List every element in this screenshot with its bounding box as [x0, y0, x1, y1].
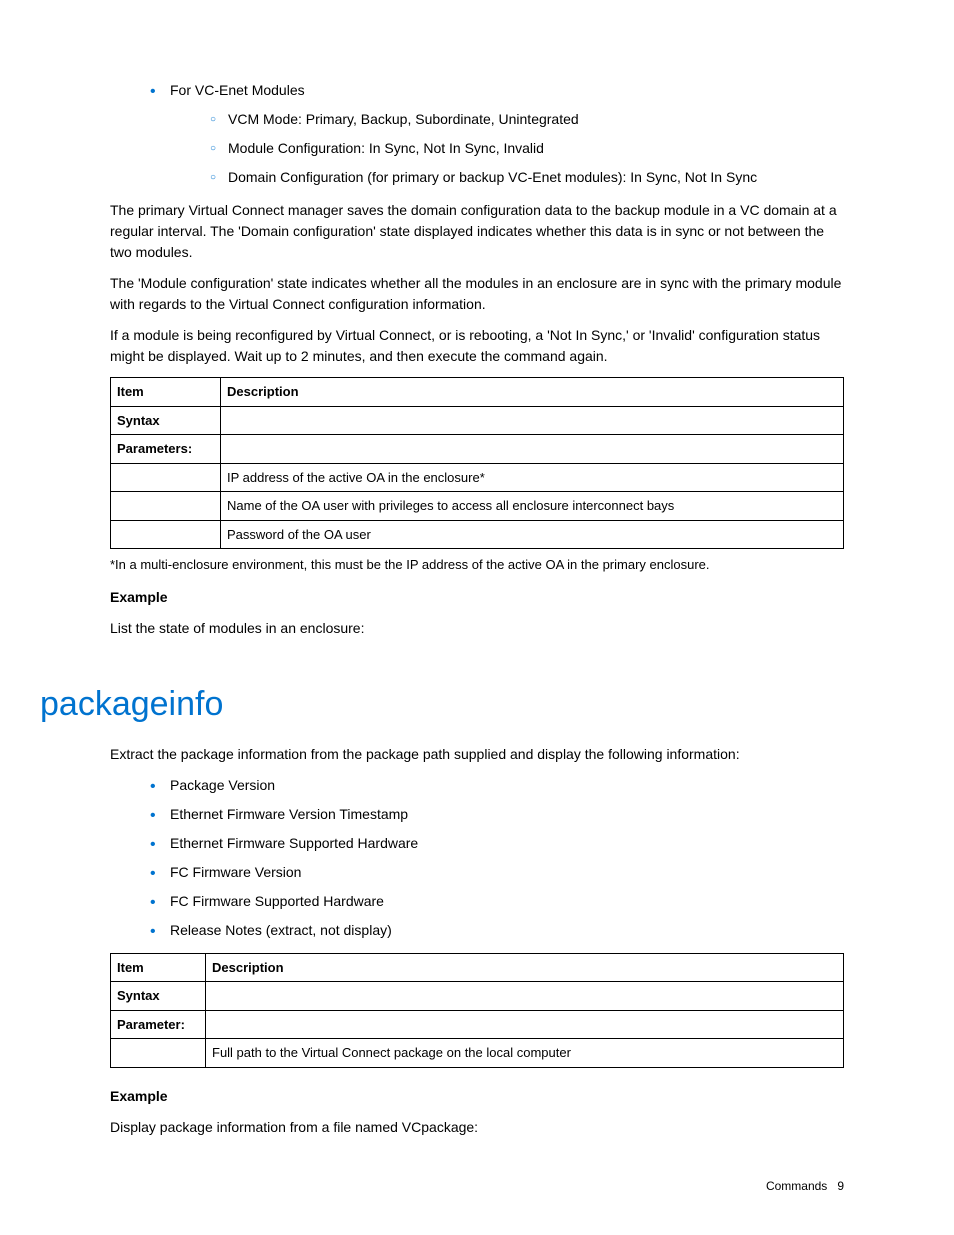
table-header-description: Description	[206, 953, 844, 982]
cell-item: Parameters:	[111, 435, 221, 464]
packageinfo-intro: Extract the package information from the…	[110, 744, 844, 765]
list-item: Package Version	[150, 775, 844, 796]
cell-item: Parameter:	[111, 1010, 206, 1039]
footer-page-number: 9	[837, 1179, 844, 1193]
table-row: Parameters:	[111, 435, 844, 464]
table-row: Password of the OA user	[111, 520, 844, 549]
cell-item	[111, 463, 221, 492]
table-row: Name of the OA user with privileges to a…	[111, 492, 844, 521]
cell-item: Syntax	[111, 406, 221, 435]
sub-item: Domain Configuration (for primary or bac…	[210, 167, 844, 188]
table-row: Syntax	[111, 406, 844, 435]
example-label: Example	[110, 1086, 844, 1107]
example-text: Display package information from a file …	[110, 1117, 844, 1138]
cell-item: Syntax	[111, 982, 206, 1011]
table-footnote: *In a multi-enclosure environment, this …	[110, 555, 844, 575]
cell-desc: IP address of the active OA in the enclo…	[221, 463, 844, 492]
sub-list: VCM Mode: Primary, Backup, Subordinate, …	[170, 109, 844, 188]
packageinfo-list: Package Version Ethernet Firmware Versio…	[110, 775, 844, 941]
cell-desc	[221, 435, 844, 464]
list-item: For VC-Enet Modules VCM Mode: Primary, B…	[150, 80, 844, 188]
table-header-item: Item	[111, 378, 221, 407]
cell-item	[111, 1039, 206, 1068]
list-item: Ethernet Firmware Version Timestamp	[150, 804, 844, 825]
cell-desc	[221, 406, 844, 435]
cell-desc	[206, 1010, 844, 1039]
sub-item: Module Configuration: In Sync, Not In Sy…	[210, 138, 844, 159]
table-header-item: Item	[111, 953, 206, 982]
cell-desc	[206, 982, 844, 1011]
cell-item	[111, 492, 221, 521]
packageinfo-table: Item Description Syntax Parameter: Full …	[110, 953, 844, 1068]
list-item: Ethernet Firmware Supported Hardware	[150, 833, 844, 854]
cell-desc: Full path to the Virtual Connect package…	[206, 1039, 844, 1068]
table-row: Full path to the Virtual Connect package…	[111, 1039, 844, 1068]
list-item: Release Notes (extract, not display)	[150, 920, 844, 941]
cell-item	[111, 520, 221, 549]
paragraph-module-config: The 'Module configuration' state indicat…	[110, 273, 844, 315]
cell-desc: Name of the OA user with privileges to a…	[221, 492, 844, 521]
table-row: Syntax	[111, 982, 844, 1011]
vc-enet-list: For VC-Enet Modules VCM Mode: Primary, B…	[110, 80, 844, 188]
modulestate-table: Item Description Syntax Parameters: IP a…	[110, 377, 844, 549]
table-row: IP address of the active OA in the enclo…	[111, 463, 844, 492]
page-footer: Commands 9	[766, 1177, 844, 1195]
footer-section: Commands	[766, 1179, 827, 1193]
example-text: List the state of modules in an enclosur…	[110, 618, 844, 639]
table-header-description: Description	[221, 378, 844, 407]
cell-desc: Password of the OA user	[221, 520, 844, 549]
list-item: FC Firmware Supported Hardware	[150, 891, 844, 912]
sub-item: VCM Mode: Primary, Backup, Subordinate, …	[210, 109, 844, 130]
table-row: Parameter:	[111, 1010, 844, 1039]
section-title-packageinfo: packageinfo	[40, 679, 844, 730]
list-item: FC Firmware Version	[150, 862, 844, 883]
list-text: For VC-Enet Modules	[170, 82, 305, 98]
paragraph-primary-vc: The primary Virtual Connect manager save…	[110, 200, 844, 263]
paragraph-reconfigured: If a module is being reconfigured by Vir…	[110, 325, 844, 367]
example-label: Example	[110, 587, 844, 608]
